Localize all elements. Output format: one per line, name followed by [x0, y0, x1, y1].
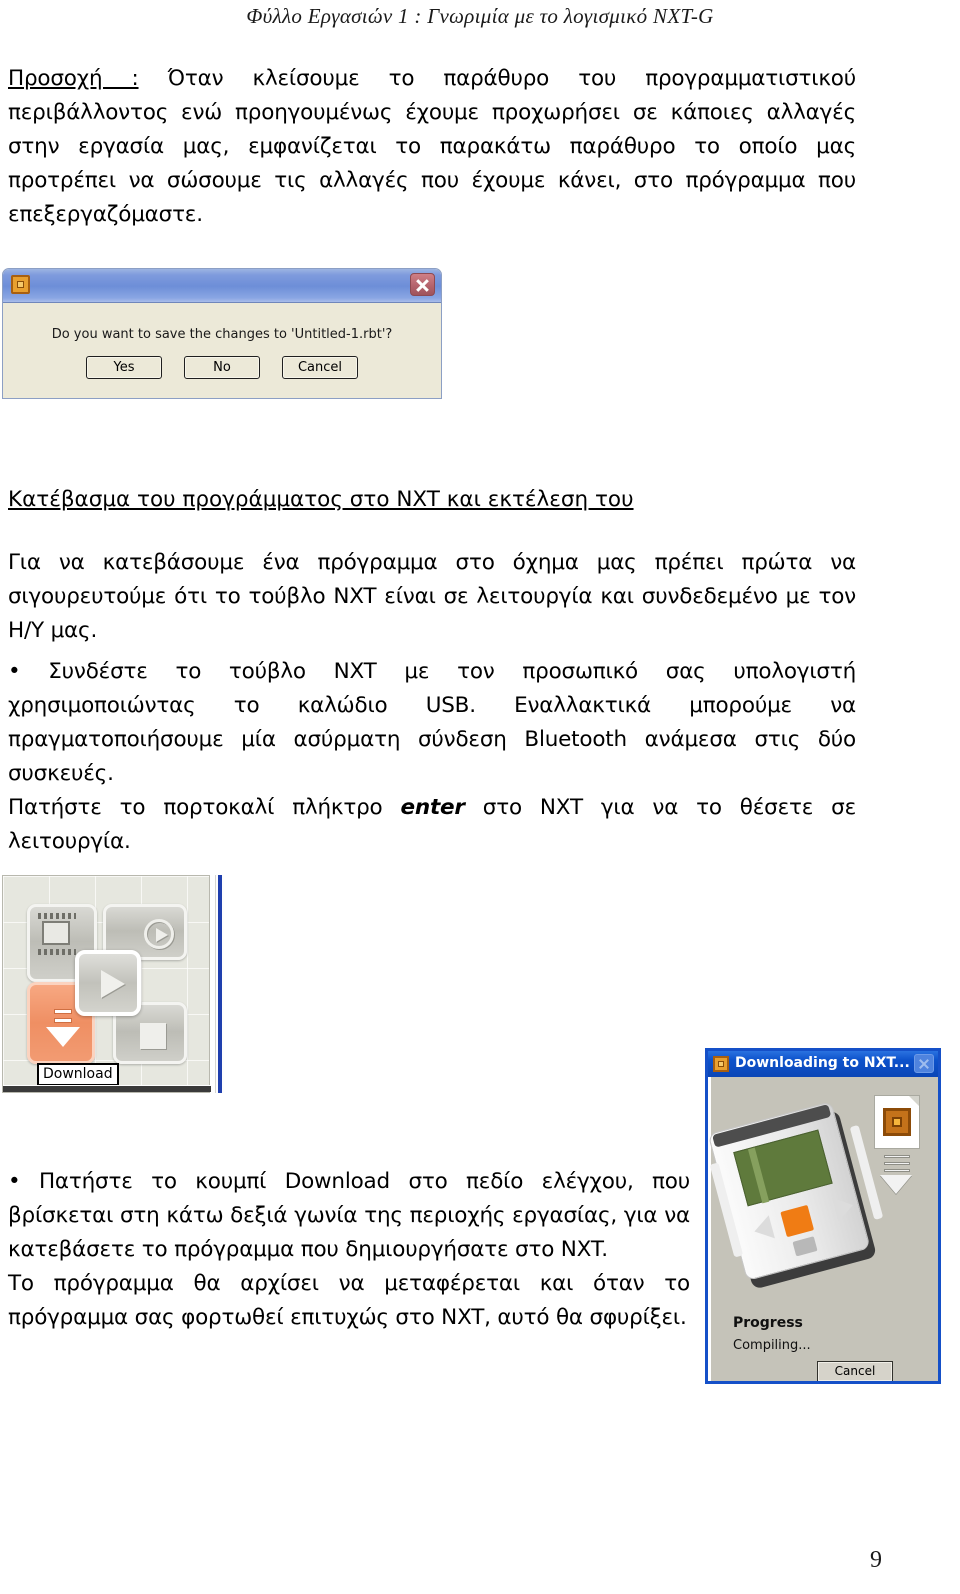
run-button[interactable]: [75, 950, 141, 1016]
download-cancel-button[interactable]: Cancel: [817, 1361, 893, 1381]
paragraph-2-block: Για να κατεβάσουμε ένα πρόγραμμα στο όχη…: [8, 546, 856, 648]
cancel-button[interactable]: Cancel: [282, 356, 358, 379]
nxt-controller-panel: Download: [2, 875, 224, 1100]
progress-label: Progress: [733, 1315, 803, 1331]
bullet-item-connect-nxt: • Συνδέστε το τούβλο NXT με τον προσωπικ…: [8, 659, 856, 786]
close-icon[interactable]: [410, 273, 435, 296]
page-number: 9: [870, 1547, 882, 1573]
program-file-icon: [874, 1095, 920, 1149]
yes-button[interactable]: Yes: [86, 356, 162, 379]
bullet-item-press-download: • Πατήστε το κουμπί Download στο πεδίο ε…: [8, 1169, 690, 1262]
paragraph-3-block: • Συνδέστε το τούβλο NXT με τον προσωπικ…: [8, 655, 856, 859]
workspace-scrollbar[interactable]: [215, 875, 224, 1093]
no-button[interactable]: No: [184, 356, 260, 379]
progress-status: Compiling...: [733, 1338, 811, 1353]
controller-button-pad: [27, 904, 187, 1064]
nxt-program-icon: [713, 1056, 729, 1072]
save-dialog-body: Do you want to save the changes to 'Unti…: [3, 303, 441, 398]
stop-icon: [140, 1023, 166, 1049]
enter-key-emphasis: enter: [400, 795, 465, 820]
controller-panel-background: Download: [2, 875, 211, 1093]
paragraph-2: Για να κατεβάσουμε ένα πρόγραμμα στο όχη…: [8, 550, 856, 643]
download-dialog-title: Downloading to NXT...: [735, 1055, 910, 1071]
section-heading: Κατέβασμα του προγράμματος στο NXT και ε…: [8, 487, 634, 512]
paragraph-4-block: • Πατήστε το κουμπί Download στο πεδίο ε…: [8, 1165, 690, 1335]
download-dialog-titlebar: Downloading to NXT...: [708, 1051, 938, 1077]
close-icon[interactable]: [914, 1054, 934, 1073]
save-changes-dialog: Do you want to save the changes to 'Unti…: [2, 268, 442, 399]
save-dialog-button-row: Yes No Cancel: [3, 356, 441, 379]
download-dialog-body: Progress Compiling... Cancel: [708, 1077, 938, 1381]
page-header: Φύλλο Εργασιών 1 : Γνωριμία με το λογισμ…: [246, 4, 714, 28]
downloading-to-nxt-dialog: Downloading to NXT... Progress Compiling…: [705, 1048, 941, 1384]
download-tooltip: Download: [37, 1063, 119, 1086]
paragraph-3-before: Πατήστε το πορτοκαλί πλήκτρο: [8, 795, 401, 820]
save-dialog-message: Do you want to save the changes to 'Unti…: [51, 327, 393, 342]
paragraph-4: Το πρόγραμμα θα αρχίσει να μεταφέρεται κ…: [8, 1271, 690, 1330]
nxt-program-icon: [11, 275, 30, 294]
run-icon: [101, 970, 125, 998]
warning-label: Προσοχή :: [8, 66, 139, 91]
transfer-arrow-icon: [878, 1155, 914, 1195]
controller-panel-bottom-bar: [3, 1085, 211, 1092]
warning-paragraph-block: Προσοχή : Όταν κλείσουμε το παράθυρο του…: [8, 62, 856, 232]
save-dialog-titlebar: [3, 269, 441, 303]
download-icon: [46, 1009, 80, 1053]
nxt-window-icon: [38, 913, 76, 955]
paragraph-3: Πατήστε το πορτοκαλί πλήκτρο enter στο N…: [8, 791, 856, 859]
warning-paragraph: Προσοχή : Όταν κλείσουμε το παράθυρο του…: [8, 62, 856, 232]
nxt-brick-illustration: [708, 1097, 888, 1296]
run-selected-icon: [144, 919, 174, 949]
